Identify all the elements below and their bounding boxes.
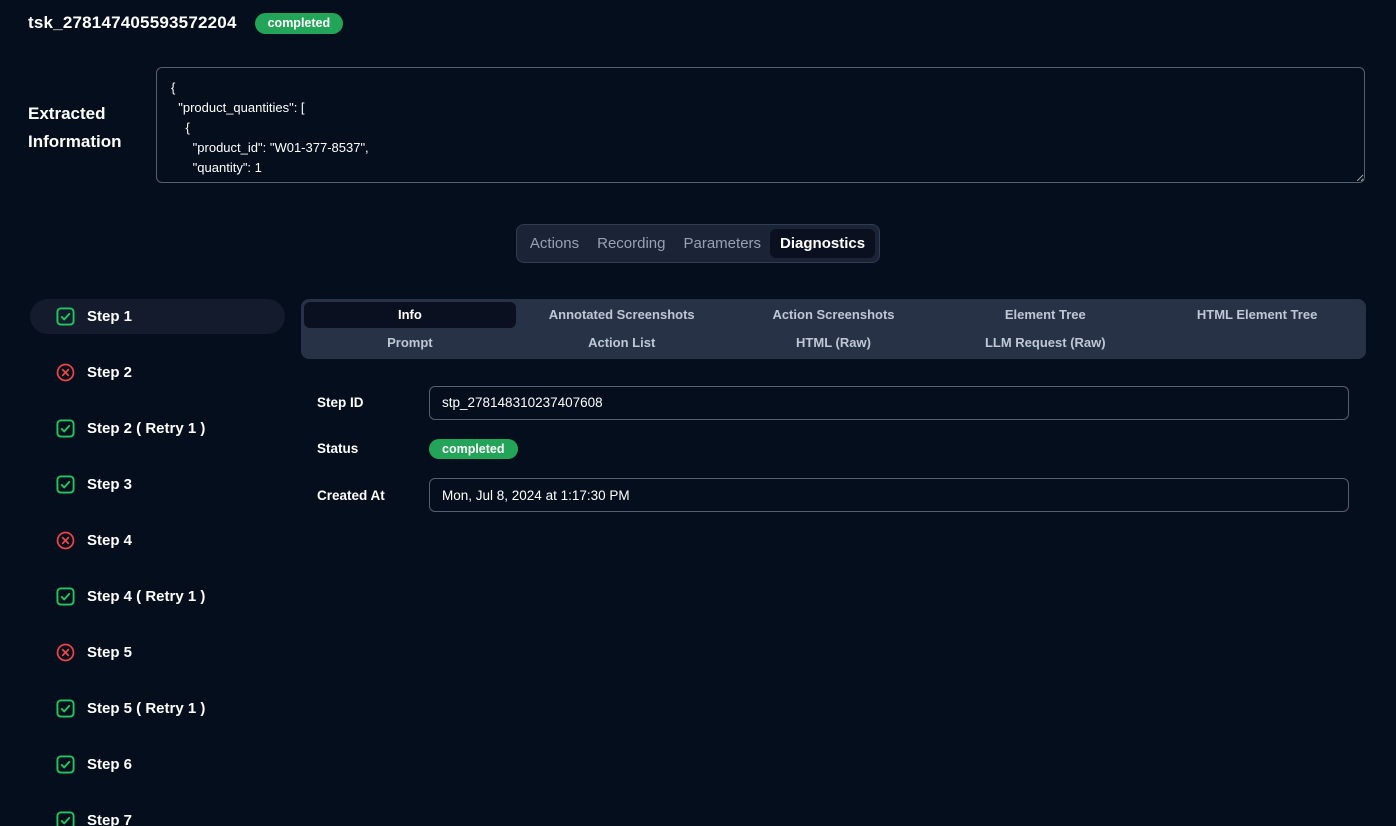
tab-element-tree[interactable]: Element Tree [939, 302, 1151, 328]
steps-sidebar: Step 1 Step 2 Step 2 ( Retry 1 ) Step 3 … [30, 299, 285, 826]
check-square-icon [56, 587, 75, 606]
tab-html-element-tree[interactable]: HTML Element Tree [1151, 302, 1363, 328]
step-id-input[interactable] [429, 386, 1349, 420]
tab-annotated-screenshots[interactable]: Annotated Screenshots [516, 302, 728, 328]
step-label: Step 6 [87, 756, 132, 773]
status-label: Status [301, 441, 429, 456]
check-square-icon [56, 307, 75, 326]
diagnostics-panel: Info Annotated Screenshots Action Screen… [301, 299, 1366, 826]
tab-action-list[interactable]: Action List [516, 330, 728, 356]
step-label: Step 2 ( Retry 1 ) [87, 420, 205, 437]
created-at-field-row: Created At [301, 478, 1349, 512]
extracted-information-textarea[interactable]: { "product_quantities": [ { "product_id"… [156, 67, 1365, 183]
tab-parameters[interactable]: Parameters [675, 229, 771, 258]
x-circle-icon [56, 643, 75, 662]
created-at-input[interactable] [429, 478, 1349, 512]
check-square-icon [56, 419, 75, 438]
task-id-title: tsk_278147405593572204 [28, 13, 237, 33]
step-item-2[interactable]: Step 2 [30, 355, 285, 390]
diagnostics-tab-bar: Info Annotated Screenshots Action Screen… [301, 299, 1366, 359]
x-circle-icon [56, 531, 75, 550]
tab-llm-request-raw[interactable]: LLM Request (Raw) [939, 330, 1151, 356]
step-item-7[interactable]: Step 7 [30, 803, 285, 826]
task-status-badge: completed [255, 13, 344, 34]
step-item-4[interactable]: Step 4 [30, 523, 285, 558]
step-item-3[interactable]: Step 3 [30, 467, 285, 502]
step-label: Step 4 ( Retry 1 ) [87, 588, 205, 605]
page-header: tsk_278147405593572204 completed [0, 0, 1396, 34]
tab-recording[interactable]: Recording [588, 229, 674, 258]
step-info-fields: Step ID Status completed Created At [301, 386, 1366, 513]
extracted-information-section: Extracted Information { "product_quantit… [0, 67, 1396, 188]
tab-info[interactable]: Info [304, 302, 516, 328]
x-circle-icon [56, 363, 75, 382]
main-tab-bar: Actions Recording Parameters Diagnostics [516, 224, 880, 263]
check-square-icon [56, 475, 75, 494]
step-id-field-row: Step ID [301, 386, 1349, 420]
step-item-4-retry-1[interactable]: Step 4 ( Retry 1 ) [30, 579, 285, 614]
step-label: Step 2 [87, 364, 132, 381]
step-label: Step 5 ( Retry 1 ) [87, 700, 205, 717]
step-id-label: Step ID [301, 395, 429, 410]
check-square-icon [56, 755, 75, 774]
tab-diagnostics[interactable]: Diagnostics [770, 229, 875, 258]
extracted-information-label: Extracted Information [28, 67, 156, 188]
step-label: Step 4 [87, 532, 132, 549]
created-at-label: Created At [301, 488, 429, 503]
step-item-2-retry-1[interactable]: Step 2 ( Retry 1 ) [30, 411, 285, 446]
step-item-1[interactable]: Step 1 [30, 299, 285, 334]
check-square-icon [56, 811, 75, 826]
step-item-5-retry-1[interactable]: Step 5 ( Retry 1 ) [30, 691, 285, 726]
status-field-row: Status completed [301, 439, 1349, 460]
step-item-6[interactable]: Step 6 [30, 747, 285, 782]
step-label: Step 3 [87, 476, 132, 493]
tab-prompt[interactable]: Prompt [304, 330, 516, 356]
tab-action-screenshots[interactable]: Action Screenshots [728, 302, 940, 328]
check-square-icon [56, 699, 75, 718]
tab-html-raw[interactable]: HTML (Raw) [728, 330, 940, 356]
step-label: Step 5 [87, 644, 132, 661]
step-label: Step 1 [87, 308, 132, 325]
step-label: Step 7 [87, 812, 132, 826]
tab-actions[interactable]: Actions [521, 229, 588, 258]
step-item-5[interactable]: Step 5 [30, 635, 285, 670]
step-status-badge: completed [429, 439, 518, 460]
